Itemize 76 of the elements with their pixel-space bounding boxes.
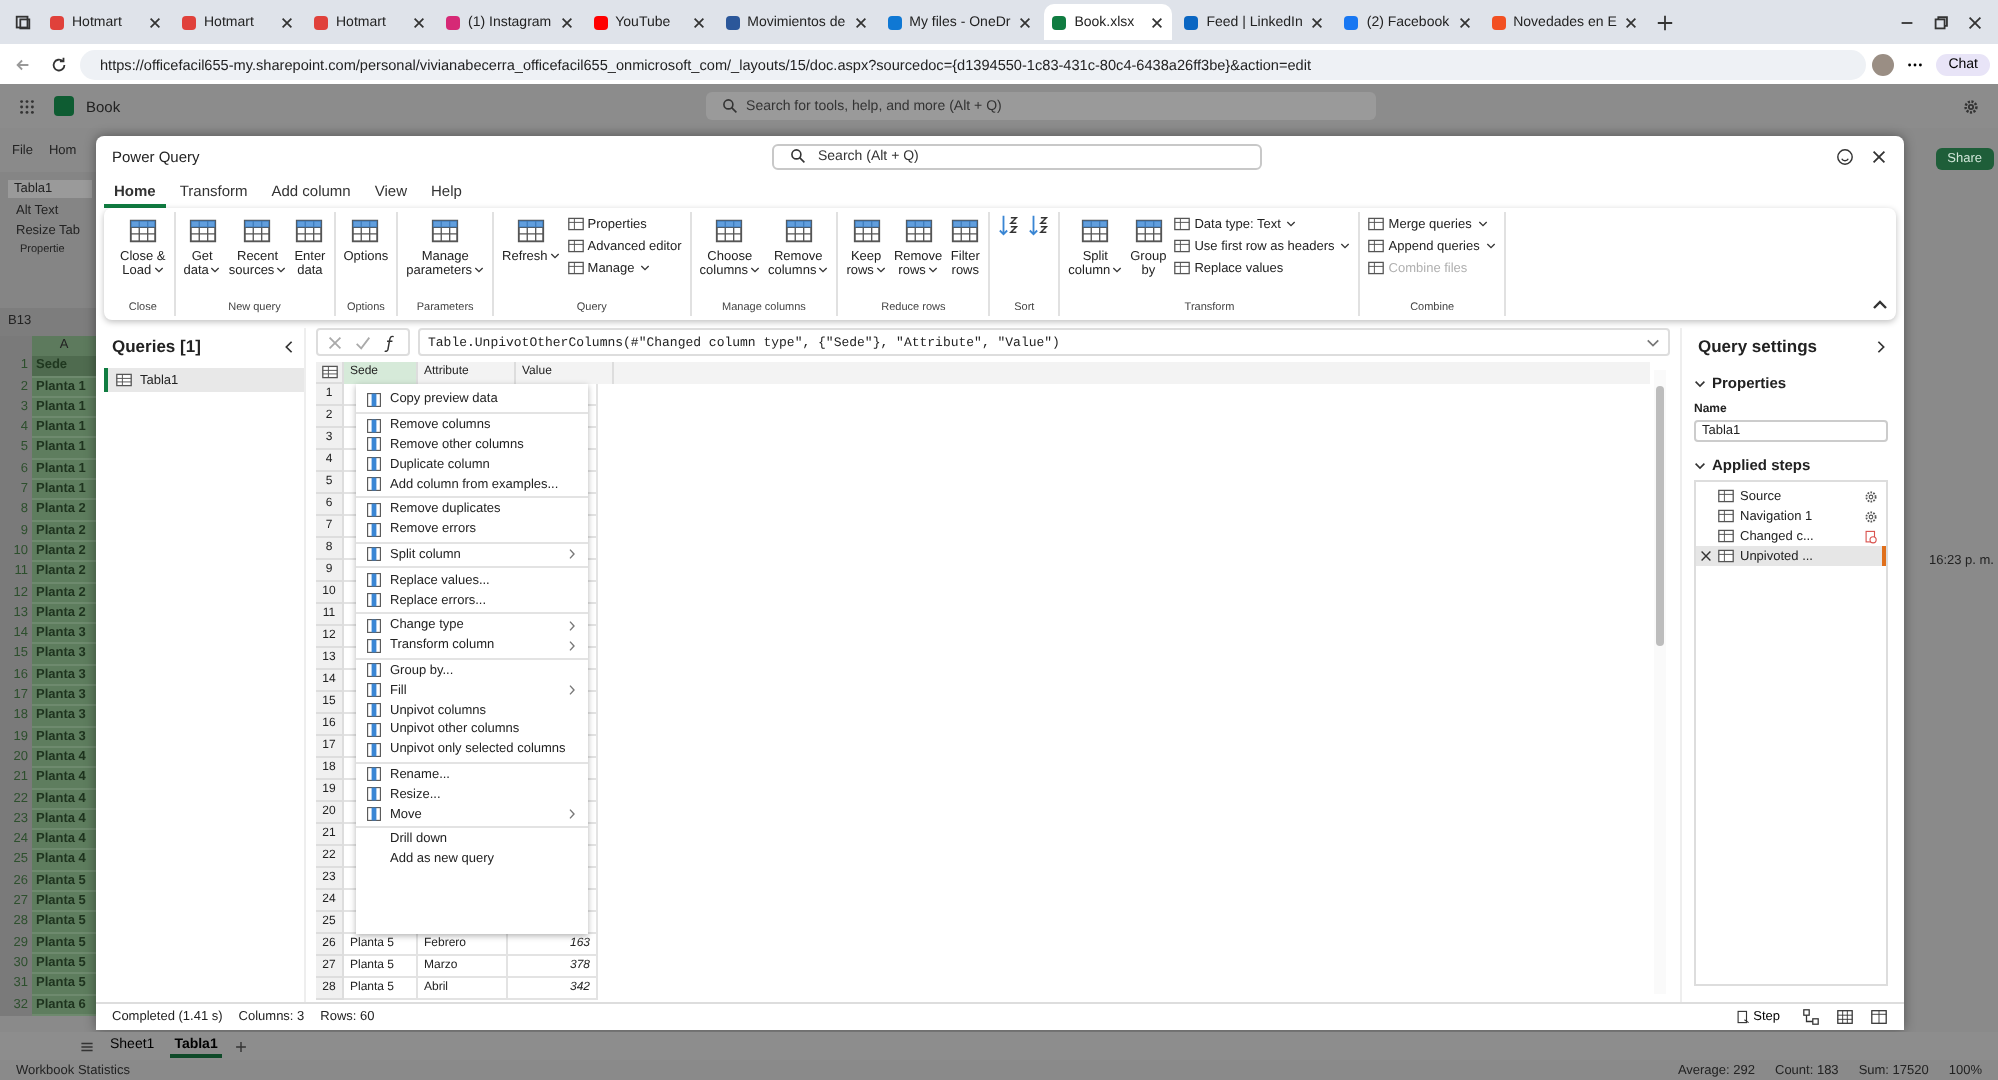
table-icon — [1718, 508, 1734, 524]
collapse-icon[interactable] — [1872, 298, 1888, 310]
table-icon — [1080, 216, 1111, 246]
table-icon — [1174, 216, 1191, 232]
search-icon — [790, 148, 806, 164]
search-icon — [722, 98, 739, 114]
table-icon[interactable] — [321, 364, 337, 380]
expand-icon[interactable] — [1874, 339, 1888, 353]
table-icon — [714, 216, 745, 246]
warning-icon[interactable] — [1864, 529, 1878, 543]
scrollbar[interactable] — [1654, 370, 1666, 994]
table-icon — [950, 216, 981, 246]
function-icon[interactable] — [382, 333, 400, 351]
table-icon — [430, 216, 461, 246]
chevron-down-icon[interactable] — [1694, 377, 1706, 389]
check-icon[interactable] — [354, 333, 372, 351]
pane-title: Query settings — [1698, 336, 1818, 356]
diagram-icon[interactable] — [1802, 1008, 1820, 1026]
close-icon[interactable] — [412, 15, 426, 29]
table-icon — [851, 216, 882, 246]
table-icon — [515, 216, 546, 246]
table-icon — [1368, 216, 1385, 232]
step-icon — [1735, 1010, 1750, 1024]
delete-icon[interactable] — [1700, 550, 1712, 562]
table-icon — [116, 372, 132, 388]
gear-icon[interactable] — [1864, 489, 1878, 503]
close-icon[interactable] — [853, 15, 868, 29]
table-icon — [1133, 216, 1164, 246]
table-icon — [1718, 488, 1734, 504]
close-icon[interactable] — [1457, 15, 1472, 29]
table-icon — [567, 238, 584, 254]
table-icon — [1368, 238, 1385, 254]
restore-icon[interactable] — [1932, 13, 1950, 31]
settings-icon[interactable] — [1961, 97, 1980, 115]
workspaces-icon[interactable] — [14, 13, 32, 31]
table-icon — [903, 216, 934, 246]
avatar-icon[interactable] — [1872, 53, 1895, 75]
close-icon[interactable] — [1310, 15, 1325, 29]
close-icon[interactable] — [1150, 15, 1165, 29]
table-icon — [1174, 260, 1191, 276]
table-icon — [187, 216, 218, 246]
menu-icon[interactable] — [80, 1039, 94, 1053]
table-icon — [567, 260, 584, 276]
close-icon[interactable] — [280, 15, 294, 29]
close-icon[interactable] — [1624, 15, 1639, 29]
close-icon[interactable] — [1966, 13, 1984, 31]
gear-icon[interactable] — [1864, 509, 1878, 523]
back-icon[interactable] — [14, 55, 32, 73]
spreadsheet-app-icon — [54, 96, 74, 116]
table-icon — [783, 216, 814, 246]
table-icon — [294, 216, 325, 246]
columns-icon[interactable] — [1870, 1008, 1888, 1026]
table-icon — [1718, 548, 1734, 564]
close-icon[interactable] — [559, 15, 574, 29]
chevron-down-icon[interactable] — [1694, 459, 1706, 471]
collapse-icon[interactable] — [282, 339, 296, 353]
app-launcher-icon[interactable] — [18, 97, 36, 115]
table-icon — [567, 216, 584, 232]
close-icon[interactable] — [691, 15, 706, 29]
table-icon — [350, 216, 381, 246]
add-icon[interactable] — [233, 1039, 248, 1053]
table-icon — [1368, 260, 1385, 276]
sort-icon[interactable] — [1026, 212, 1053, 238]
reload-icon[interactable] — [50, 55, 68, 73]
close-icon[interactable] — [148, 15, 162, 29]
close-icon[interactable] — [1018, 15, 1033, 29]
smiley-icon[interactable] — [1836, 147, 1854, 165]
pane-title: Queries [1] — [112, 336, 201, 356]
table-icon — [1718, 528, 1734, 544]
close-icon[interactable] — [1870, 147, 1888, 165]
table-icon — [1174, 238, 1191, 254]
table-icon — [127, 216, 158, 246]
new-tab-icon[interactable] — [1656, 13, 1675, 31]
table-icon — [242, 216, 273, 246]
sort-icon[interactable] — [996, 212, 1023, 238]
grid-icon[interactable] — [1836, 1008, 1854, 1026]
